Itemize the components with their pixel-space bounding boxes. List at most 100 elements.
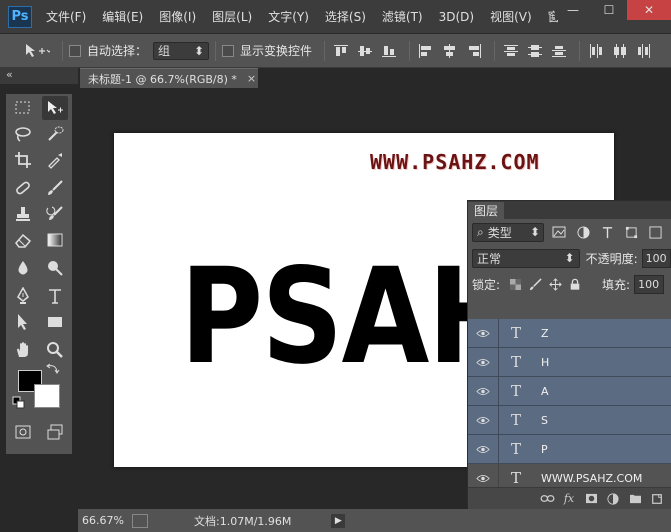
chevron-updown-icon: ⬍: [529, 225, 540, 239]
blur-tool[interactable]: [10, 256, 36, 280]
menu-filter[interactable]: 滤镜(T): [382, 8, 423, 25]
zoom-level[interactable]: 66.67%: [78, 514, 126, 527]
adjustment-icon[interactable]: [602, 491, 624, 507]
visibility-eye-icon[interactable]: [468, 376, 499, 406]
link-icon[interactable]: [536, 491, 558, 507]
move-tool-preset[interactable]: [18, 40, 56, 62]
new-layer-icon[interactable]: [646, 491, 668, 507]
photoshop-window: Ps 文件(F) 编辑(E) 图像(I) 图层(L) 文字(Y) 选择(S) 滤…: [0, 0, 671, 532]
menu-view[interactable]: 视图(V): [490, 8, 532, 25]
close-tab-icon[interactable]: ×: [247, 72, 256, 85]
crop-tool[interactable]: [10, 148, 36, 172]
layer-row[interactable]: T S: [468, 405, 671, 435]
distribute-hcenter-icon[interactable]: [610, 42, 630, 60]
gradient-tool[interactable]: [42, 228, 68, 252]
watermark-text: WWW.PSAHZ.COM: [370, 150, 540, 174]
zoom-tool[interactable]: [42, 338, 68, 362]
background-color-swatch[interactable]: [34, 384, 60, 408]
text-layer-icon: T: [510, 440, 521, 458]
visibility-eye-icon[interactable]: [468, 347, 499, 377]
pen-tool[interactable]: [10, 284, 36, 308]
show-transform-checkbox[interactable]: [222, 44, 235, 57]
path-selection-tool[interactable]: [10, 310, 36, 334]
filter-shape-icon[interactable]: [622, 224, 640, 240]
bandage-icon: [16, 181, 30, 195]
align-left-icon[interactable]: [416, 42, 436, 60]
document-size: 文档:1.07M/1.96M: [194, 514, 292, 528]
filter-adjustment-icon[interactable]: [574, 224, 592, 240]
fx-icon[interactable]: fx: [558, 491, 580, 507]
menu-edit[interactable]: 编辑(E): [102, 8, 143, 25]
move-tool[interactable]: [42, 96, 68, 120]
divider: [579, 40, 581, 61]
menu-layer[interactable]: 图层(L): [212, 8, 252, 25]
distribute-left-icon[interactable]: [586, 42, 606, 60]
folder-icon[interactable]: [624, 491, 646, 507]
default-colors-icon: [12, 396, 25, 409]
maximize-button[interactable]: ☐: [591, 0, 627, 20]
quick-selection-tool[interactable]: [42, 122, 68, 146]
align-bottom-icon[interactable]: [379, 42, 399, 60]
hand-tool[interactable]: [10, 338, 36, 362]
distribute-vcenter-icon[interactable]: [525, 42, 545, 60]
type-tool[interactable]: [42, 284, 68, 308]
filter-smart-object-icon[interactable]: [646, 224, 664, 240]
quick-mask-button[interactable]: [10, 420, 36, 444]
filter-type-dropdown[interactable]: ⌕ 类型 ⬍: [472, 222, 544, 242]
lock-transparent-icon[interactable]: [506, 276, 524, 292]
rectangular-marquee-tool[interactable]: [10, 96, 36, 120]
pen-icon: [17, 287, 29, 304]
lock-image-icon[interactable]: [526, 276, 544, 292]
visibility-eye-icon[interactable]: [468, 405, 499, 435]
auto-select-checkbox[interactable]: [69, 44, 81, 57]
filter-type-icon[interactable]: [598, 224, 616, 240]
layer-row[interactable]: T Z: [468, 318, 671, 348]
align-vcenter-icon[interactable]: [355, 42, 375, 60]
quick-selection-icon: [48, 126, 64, 141]
status-menu-arrow[interactable]: ▶: [331, 513, 346, 528]
document-tab[interactable]: 未标题-1 @ 66.7%(RGB/8) * ×: [80, 68, 258, 88]
fill-label: 填充:: [602, 277, 631, 292]
layer-row[interactable]: T A: [468, 376, 671, 406]
healing-brush-tool[interactable]: [10, 176, 36, 200]
rectangle-tool[interactable]: [42, 310, 68, 334]
layer-row[interactable]: T H: [468, 347, 671, 377]
fill-input[interactable]: 100: [634, 274, 665, 294]
eyedropper-tool[interactable]: [42, 148, 68, 172]
align-top-icon[interactable]: [331, 42, 351, 60]
visibility-eye-icon[interactable]: [468, 318, 499, 348]
opacity-input[interactable]: 100: [641, 248, 671, 268]
close-button[interactable]: ✕: [627, 0, 671, 20]
filter-pixel-icon[interactable]: [550, 224, 568, 240]
minimize-button[interactable]: —: [555, 0, 591, 20]
lock-all-icon[interactable]: [566, 276, 584, 292]
visibility-eye-icon[interactable]: [468, 434, 499, 464]
dodge-tool[interactable]: [42, 256, 68, 280]
distribute-top-icon[interactable]: [501, 42, 521, 60]
menu-image[interactable]: 图像(I): [159, 8, 196, 25]
screen-mode-button[interactable]: [42, 420, 68, 444]
layer-row[interactable]: T P: [468, 434, 671, 464]
history-brush-tool[interactable]: [42, 202, 68, 226]
align-hcenter-icon[interactable]: [440, 42, 460, 60]
brush-tool[interactable]: [42, 176, 68, 200]
menu-type[interactable]: 文字(Y): [268, 8, 309, 25]
menu-select[interactable]: 选择(S): [325, 8, 366, 25]
collapse-toolbar-button[interactable]: «: [6, 68, 13, 81]
layers-tab[interactable]: 图层: [468, 202, 505, 219]
proof-icon[interactable]: [132, 513, 148, 528]
mask-icon[interactable]: [580, 491, 602, 507]
blend-mode-dropdown[interactable]: 正常 ⬍: [472, 248, 580, 268]
align-right-icon[interactable]: [464, 42, 484, 60]
swap-colors-button[interactable]: [46, 362, 60, 376]
lasso-tool[interactable]: [10, 122, 36, 146]
distribute-right-icon[interactable]: [634, 42, 654, 60]
lock-position-icon[interactable]: [546, 276, 564, 292]
distribute-bottom-icon[interactable]: [549, 42, 569, 60]
menu-file[interactable]: 文件(F): [46, 8, 86, 25]
default-colors-button[interactable]: [12, 396, 26, 410]
eraser-tool[interactable]: [10, 228, 36, 252]
clone-stamp-tool[interactable]: [10, 202, 36, 226]
menu-3d[interactable]: 3D(D): [439, 10, 474, 24]
auto-select-dropdown[interactable]: 组 ⬍: [153, 41, 210, 60]
